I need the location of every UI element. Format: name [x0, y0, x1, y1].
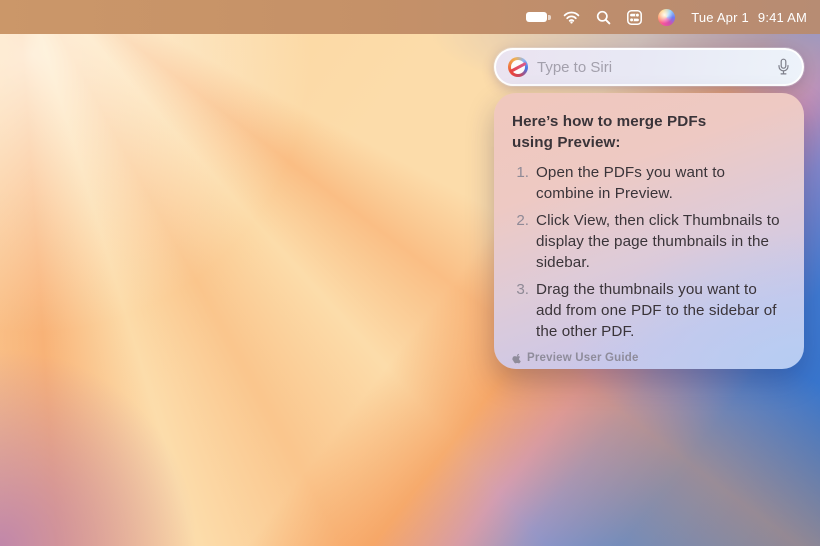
step-item: 3. Drag the thumbnails you want to add f…: [512, 279, 790, 342]
menu-bar: Tue Apr 1 9:41 AM: [0, 0, 820, 34]
microphone-icon[interactable]: [777, 58, 790, 76]
menu-bar-clock[interactable]: Tue Apr 1 9:41 AM: [691, 10, 807, 25]
siri-icon[interactable]: [658, 9, 675, 26]
step-number: 2.: [512, 210, 529, 231]
spotlight-search-icon[interactable]: [596, 10, 611, 25]
step-item: 2. Click View, then click Thumbnails to …: [512, 210, 790, 273]
step-text: Open the PDFs you want to combine in Pre…: [536, 162, 725, 204]
clock-date: Tue Apr 1: [691, 10, 749, 25]
step-text: Click View, then click Thumbnails to dis…: [536, 210, 780, 273]
source-link[interactable]: Preview User Guide: [512, 352, 790, 364]
step-text: Drag the thumbnails you want to add from…: [536, 279, 777, 342]
steps-list: 1. Open the PDFs you want to combine in …: [512, 162, 790, 342]
response-heading: Here’s how to merge PDFs using Preview:: [512, 111, 790, 153]
siri-text-input[interactable]: [537, 59, 768, 76]
battery-icon[interactable]: [526, 12, 547, 22]
apple-logo-icon: [512, 352, 522, 364]
siri-orb-icon: [508, 57, 528, 77]
clock-time: 9:41 AM: [758, 10, 807, 25]
control-center-icon[interactable]: [627, 10, 642, 25]
source-label: Preview User Guide: [527, 352, 639, 364]
step-number: 1.: [512, 162, 529, 183]
step-item: 1. Open the PDFs you want to combine in …: [512, 162, 790, 204]
siri-response-card: Here’s how to merge PDFs using Preview: …: [494, 93, 804, 369]
wifi-icon[interactable]: [563, 11, 580, 24]
step-number: 3.: [512, 279, 529, 300]
siri-input-bar[interactable]: [494, 48, 804, 86]
battery-level: [526, 12, 547, 22]
desktop: Tue Apr 1 9:41 AM Here’s how to merge PD…: [0, 0, 820, 546]
